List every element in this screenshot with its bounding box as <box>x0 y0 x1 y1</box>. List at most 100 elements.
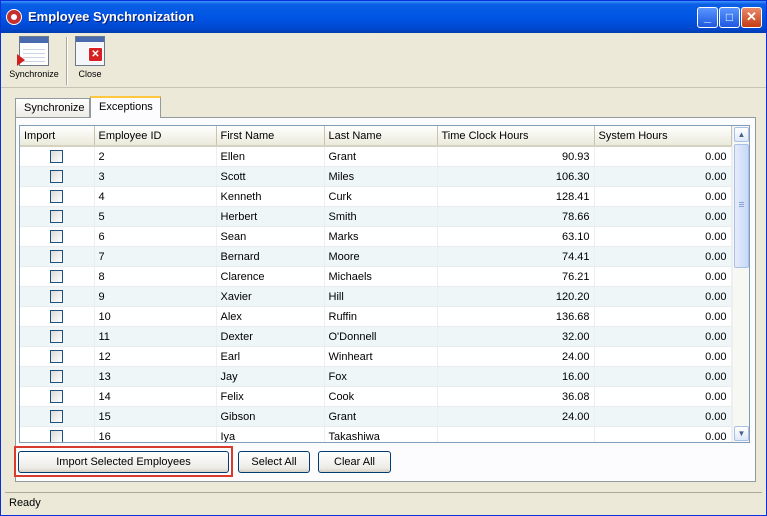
table-row[interactable]: 8 Clarence Michaels 76.21 0.00 <box>20 266 732 287</box>
table-row[interactable]: 15 Gibson Grant 24.00 0.00 <box>20 406 732 427</box>
last-name-cell: Grant <box>324 146 438 167</box>
table-row[interactable]: 13 Jay Fox 16.00 0.00 <box>20 366 732 387</box>
table-row[interactable]: 3 Scott Miles 106.30 0.00 <box>20 166 732 187</box>
employee-id-cell: 3 <box>94 166 217 187</box>
system-hours-cell: 0.00 <box>594 386 732 407</box>
import-checkbox[interactable] <box>50 290 64 303</box>
system-hours-cell: 0.00 <box>594 406 732 427</box>
column-header-last-name[interactable]: Last Name <box>324 126 438 147</box>
time-clock-hours-cell: 36.08 <box>437 386 595 407</box>
table-row[interactable]: 9 Xavier Hill 120.20 0.00 <box>20 286 732 307</box>
synchronize-tool-button[interactable]: Synchronize <box>5 36 63 86</box>
employee-sync-window: Employee Synchronization _ □ ✕ Synchroni… <box>0 0 767 516</box>
import-checkbox[interactable] <box>50 190 64 203</box>
table-row[interactable]: 5 Herbert Smith 78.66 0.00 <box>20 206 732 227</box>
exceptions-table: Import Employee ID First Name Last Name … <box>20 126 732 442</box>
last-name-cell: O'Donnell <box>324 326 438 347</box>
table-row[interactable]: 12 Earl Winheart 24.00 0.00 <box>20 346 732 367</box>
import-checkbox[interactable] <box>50 330 64 343</box>
import-checkbox-cell[interactable] <box>20 386 95 407</box>
import-checkbox[interactable] <box>50 150 64 163</box>
system-hours-cell: 0.00 <box>594 266 732 287</box>
system-hours-cell: 0.00 <box>594 166 732 187</box>
close-tool-button[interactable]: ✕ Close <box>73 36 107 86</box>
select-all-button[interactable]: Select All <box>238 451 310 473</box>
table-row[interactable]: 6 Sean Marks 63.10 0.00 <box>20 226 732 247</box>
toolbar-separator <box>66 37 68 85</box>
import-checkbox[interactable] <box>50 370 64 383</box>
last-name-cell: Grant <box>324 406 438 427</box>
column-header-employee-id[interactable]: Employee ID <box>94 126 217 147</box>
close-label: Close <box>78 69 102 79</box>
first-name-cell: Herbert <box>216 206 325 227</box>
import-checkbox-cell[interactable] <box>20 306 95 327</box>
import-checkbox-cell[interactable] <box>20 266 95 287</box>
import-checkbox-cell[interactable] <box>20 286 95 307</box>
import-checkbox[interactable] <box>50 410 64 423</box>
clear-all-button[interactable]: Clear All <box>318 451 391 473</box>
import-checkbox[interactable] <box>50 270 64 283</box>
close-window-button[interactable]: ✕ <box>741 7 762 28</box>
first-name-cell: Jay <box>216 366 325 387</box>
import-checkbox-cell[interactable] <box>20 366 95 387</box>
system-hours-cell: 0.00 <box>594 146 732 167</box>
employee-id-cell: 4 <box>94 186 217 207</box>
import-checkbox-cell[interactable] <box>20 406 95 427</box>
table-row[interactable]: 4 Kenneth Curk 128.41 0.00 <box>20 186 732 207</box>
import-checkbox[interactable] <box>50 170 64 183</box>
column-header-first-name[interactable]: First Name <box>216 126 325 147</box>
import-checkbox[interactable] <box>50 250 64 263</box>
import-checkbox-cell[interactable] <box>20 346 95 367</box>
minimize-button[interactable]: _ <box>697 7 718 28</box>
table-row[interactable]: 16 Iya Takashiwa 0.00 <box>20 426 732 442</box>
employee-id-cell: 14 <box>94 386 217 407</box>
calendar-sync-icon <box>17 36 49 66</box>
import-checkbox[interactable] <box>50 230 64 243</box>
table-row[interactable]: 10 Alex Ruffin 136.68 0.00 <box>20 306 732 327</box>
import-checkbox-cell[interactable] <box>20 186 95 207</box>
import-checkbox[interactable] <box>50 390 64 403</box>
import-checkbox[interactable] <box>50 210 64 223</box>
column-header-time-clock-hours[interactable]: Time Clock Hours <box>437 126 595 147</box>
table-row[interactable]: 11 Dexter O'Donnell 32.00 0.00 <box>20 326 732 347</box>
import-checkbox-cell[interactable] <box>20 146 95 167</box>
column-header-system-hours[interactable]: System Hours <box>594 126 732 147</box>
import-checkbox[interactable] <box>50 310 64 323</box>
scroll-up-icon[interactable]: ▲ <box>734 127 749 142</box>
first-name-cell: Ellen <box>216 146 325 167</box>
table-row[interactable]: 7 Bernard Moore 74.41 0.00 <box>20 246 732 267</box>
import-checkbox[interactable] <box>50 350 64 363</box>
first-name-cell: Alex <box>216 306 325 327</box>
tab-synchronize[interactable]: Synchronize <box>15 98 90 117</box>
import-checkbox-cell[interactable] <box>20 206 95 227</box>
scroll-thumb[interactable] <box>734 144 749 268</box>
import-selected-employees-button[interactable]: Import Selected Employees <box>18 451 229 473</box>
table-row[interactable]: 14 Felix Cook 36.08 0.00 <box>20 386 732 407</box>
time-clock-hours-cell: 78.66 <box>437 206 595 227</box>
import-checkbox-cell[interactable] <box>20 246 95 267</box>
title-bar[interactable]: Employee Synchronization _ □ ✕ <box>1 1 766 33</box>
employee-id-cell: 5 <box>94 206 217 227</box>
exceptions-grid: Import Employee ID First Name Last Name … <box>19 125 750 443</box>
last-name-cell: Smith <box>324 206 438 227</box>
status-bar: Ready <box>5 492 762 512</box>
import-checkbox-cell[interactable] <box>20 326 95 347</box>
import-checkbox-cell[interactable] <box>20 226 95 247</box>
first-name-cell: Earl <box>216 346 325 367</box>
import-checkbox-cell[interactable] <box>20 426 95 442</box>
import-checkbox[interactable] <box>50 430 64 442</box>
employee-id-cell: 10 <box>94 306 217 327</box>
first-name-cell: Bernard <box>216 246 325 267</box>
first-name-cell: Xavier <box>216 286 325 307</box>
table-row[interactable]: 2 Ellen Grant 90.93 0.00 <box>20 146 732 167</box>
synchronize-label: Synchronize <box>9 69 59 79</box>
last-name-cell: Miles <box>324 166 438 187</box>
maximize-button[interactable]: □ <box>719 7 740 28</box>
vertical-scrollbar[interactable]: ▲ ▼ <box>732 126 749 442</box>
table-header: Import Employee ID First Name Last Name … <box>20 126 732 147</box>
import-checkbox-cell[interactable] <box>20 166 95 187</box>
scroll-down-icon[interactable]: ▼ <box>734 426 749 441</box>
tab-exceptions[interactable]: Exceptions <box>90 96 161 118</box>
employee-id-cell: 13 <box>94 366 217 387</box>
column-header-import[interactable]: Import <box>20 126 95 147</box>
